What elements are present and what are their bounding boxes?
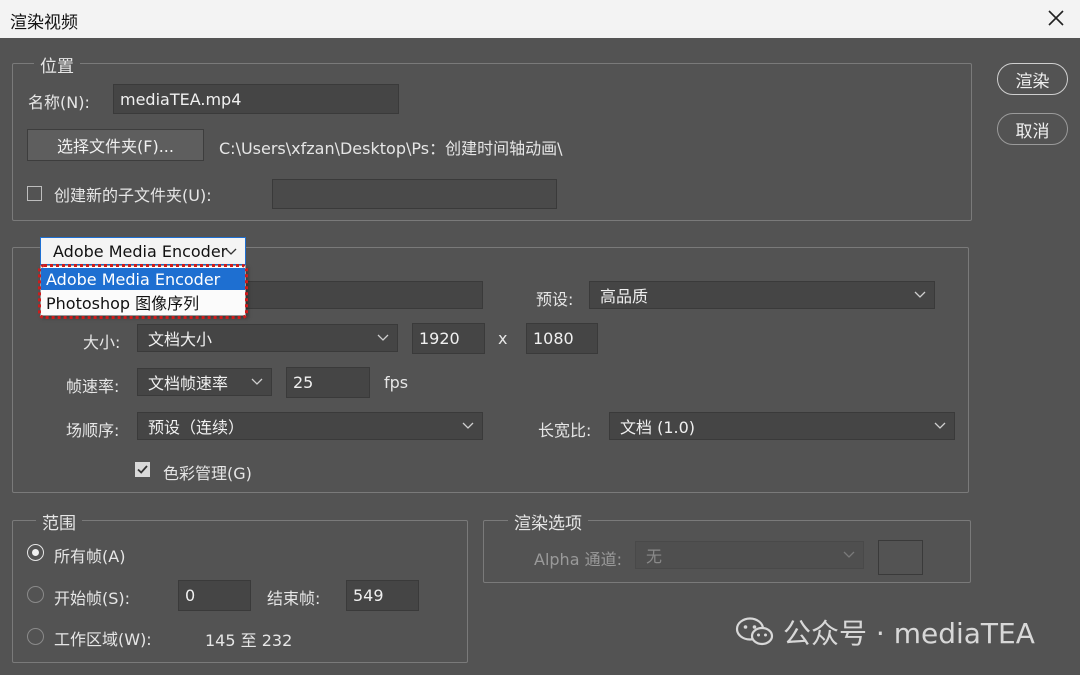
- check-icon: [137, 465, 148, 474]
- alpha-select[interactable]: 无: [635, 541, 864, 569]
- chevron-down-icon: [843, 551, 855, 559]
- encoder-select[interactable]: Adobe Media Encoder: [40, 237, 246, 265]
- color-management-label: 色彩管理(G): [163, 464, 252, 483]
- start-frame-radio[interactable]: [27, 586, 44, 603]
- end-frame-label: 结束帧:: [267, 589, 321, 608]
- size-value: 文档大小: [148, 330, 213, 349]
- title-bar: 渲染视频: [0, 0, 1080, 38]
- cancel-button[interactable]: 取消: [997, 113, 1068, 145]
- preset-value: 高品质: [600, 287, 649, 306]
- chevron-down-icon: [225, 248, 237, 256]
- subfolder-input[interactable]: [272, 179, 557, 209]
- location-legend: 位置: [34, 52, 80, 77]
- width-input[interactable]: 1920: [412, 323, 485, 354]
- fps-mode-value: 文档帧速率: [148, 374, 229, 393]
- field-order-select[interactable]: 预设（连续）: [137, 412, 483, 440]
- range-legend: 范围: [36, 509, 82, 534]
- start-frame-label: 开始帧(S):: [54, 589, 131, 608]
- aspect-value: 文档 (1.0): [620, 418, 696, 437]
- field-order-value: 预设（连续）: [148, 418, 245, 437]
- encoder-selected-value: Adobe Media Encoder: [53, 241, 228, 261]
- aspect-select[interactable]: 文档 (1.0): [609, 412, 955, 440]
- preset-label: 预设:: [536, 290, 574, 309]
- alpha-value: 无: [646, 547, 663, 566]
- fps-mode-select[interactable]: 文档帧速率: [137, 368, 272, 396]
- name-input[interactable]: mediaTEA.mp4: [113, 84, 399, 114]
- watermark: 公众号 · mediaTEA: [735, 612, 1035, 652]
- wechat-icon: [735, 616, 775, 648]
- preset-select[interactable]: 高品质: [589, 281, 935, 309]
- render-options-legend: 渲染选项: [508, 509, 588, 534]
- all-frames-radio[interactable]: [27, 544, 44, 561]
- all-frames-label: 所有帧(A): [54, 547, 126, 566]
- start-frame-input[interactable]: 0: [178, 580, 251, 611]
- size-select[interactable]: 文档大小: [137, 324, 398, 352]
- render-button[interactable]: 渲染: [997, 63, 1068, 95]
- aspect-label: 长宽比:: [538, 421, 592, 440]
- field-order-label: 场顺序:: [66, 421, 120, 440]
- work-area-value: 145 至 232: [205, 631, 293, 650]
- chevron-down-icon: [914, 291, 926, 299]
- window-title: 渲染视频: [10, 13, 78, 33]
- work-area-label: 工作区域(W):: [54, 630, 152, 649]
- folder-path: C:\Users\xfzan\Desktop\Ps：创建时间轴动画\: [219, 139, 563, 158]
- encoder-dropdown-list: Adobe Media Encoder Photoshop 图像序列: [40, 265, 246, 316]
- chevron-down-icon: [251, 378, 263, 386]
- watermark-text: 公众号 · mediaTEA: [783, 617, 1035, 650]
- subfolder-checkbox[interactable]: [27, 186, 42, 201]
- encoder-option-image-sequence[interactable]: Photoshop 图像序列: [41, 291, 245, 313]
- height-input[interactable]: 1080: [526, 323, 598, 354]
- work-area-radio[interactable]: [27, 628, 44, 645]
- fps-unit: fps: [384, 373, 409, 392]
- close-icon[interactable]: [1042, 4, 1070, 32]
- size-label: 大小:: [83, 333, 121, 352]
- choose-folder-button[interactable]: 选择文件夹(F)...: [27, 129, 204, 161]
- color-management-checkbox[interactable]: [135, 462, 150, 477]
- chevron-down-icon: [934, 422, 946, 430]
- size-x-separator: x: [498, 329, 508, 348]
- fps-label: 帧速率:: [66, 377, 120, 396]
- encoder-option-ame[interactable]: Adobe Media Encoder: [41, 268, 245, 290]
- name-label: 名称(N):: [28, 93, 90, 112]
- chevron-down-icon: [462, 422, 474, 430]
- fps-input[interactable]: 25: [286, 367, 370, 398]
- subfolder-label: 创建新的子文件夹(U):: [54, 186, 212, 205]
- alpha-color-swatch[interactable]: [878, 540, 923, 575]
- chevron-down-icon: [377, 334, 389, 342]
- end-frame-input[interactable]: 549: [346, 580, 419, 611]
- alpha-label: Alpha 通道:: [534, 550, 622, 569]
